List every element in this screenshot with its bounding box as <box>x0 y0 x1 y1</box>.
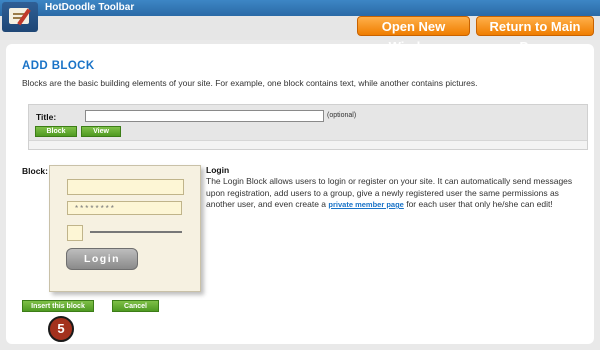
view-tab-button[interactable]: View <box>81 126 121 137</box>
toolbar-title: HotDoodle Toolbar <box>45 2 135 13</box>
form-divider <box>29 140 587 149</box>
optional-hint: (optional) <box>327 112 357 119</box>
open-new-window-button[interactable]: Open New Window <box>357 16 470 54</box>
title-label: Title: <box>36 112 57 122</box>
description-text-end: for each user that only he/she can edit! <box>403 199 553 209</box>
intro-text: Blocks are the basic building elements o… <box>22 78 478 88</box>
block-label: Block: <box>22 166 48 176</box>
login-block-preview[interactable]: ******** Login <box>49 165 201 292</box>
top-toolbar: HotDoodle Toolbar Open New Window Return… <box>0 0 600 54</box>
preview-checkbox <box>67 225 83 241</box>
preview-password-field: ******** <box>67 201 182 215</box>
block-description-title: Login <box>206 165 230 175</box>
return-to-main-page-button[interactable]: Return to Main Page <box>476 16 594 54</box>
page-title: ADD BLOCK <box>22 60 95 72</box>
main-panel: ADD BLOCK Blocks are the basic building … <box>6 44 594 344</box>
title-form: Title: (optional) Block View <box>28 104 588 150</box>
title-input[interactable] <box>85 110 324 122</box>
preview-username-field <box>67 179 184 195</box>
step-number-badge: 5 <box>48 316 74 342</box>
preview-login-button: Login <box>66 248 138 270</box>
hotdoodle-logo-icon <box>2 2 38 32</box>
cancel-button[interactable]: Cancel <box>112 300 159 312</box>
block-tab-button[interactable]: Block <box>35 126 77 137</box>
preview-label-line <box>90 231 182 233</box>
private-member-page-link[interactable]: private member page <box>328 200 403 209</box>
insert-block-button[interactable]: Insert this block <box>22 300 94 312</box>
block-description: The Login Block allows users to login or… <box>206 176 581 211</box>
